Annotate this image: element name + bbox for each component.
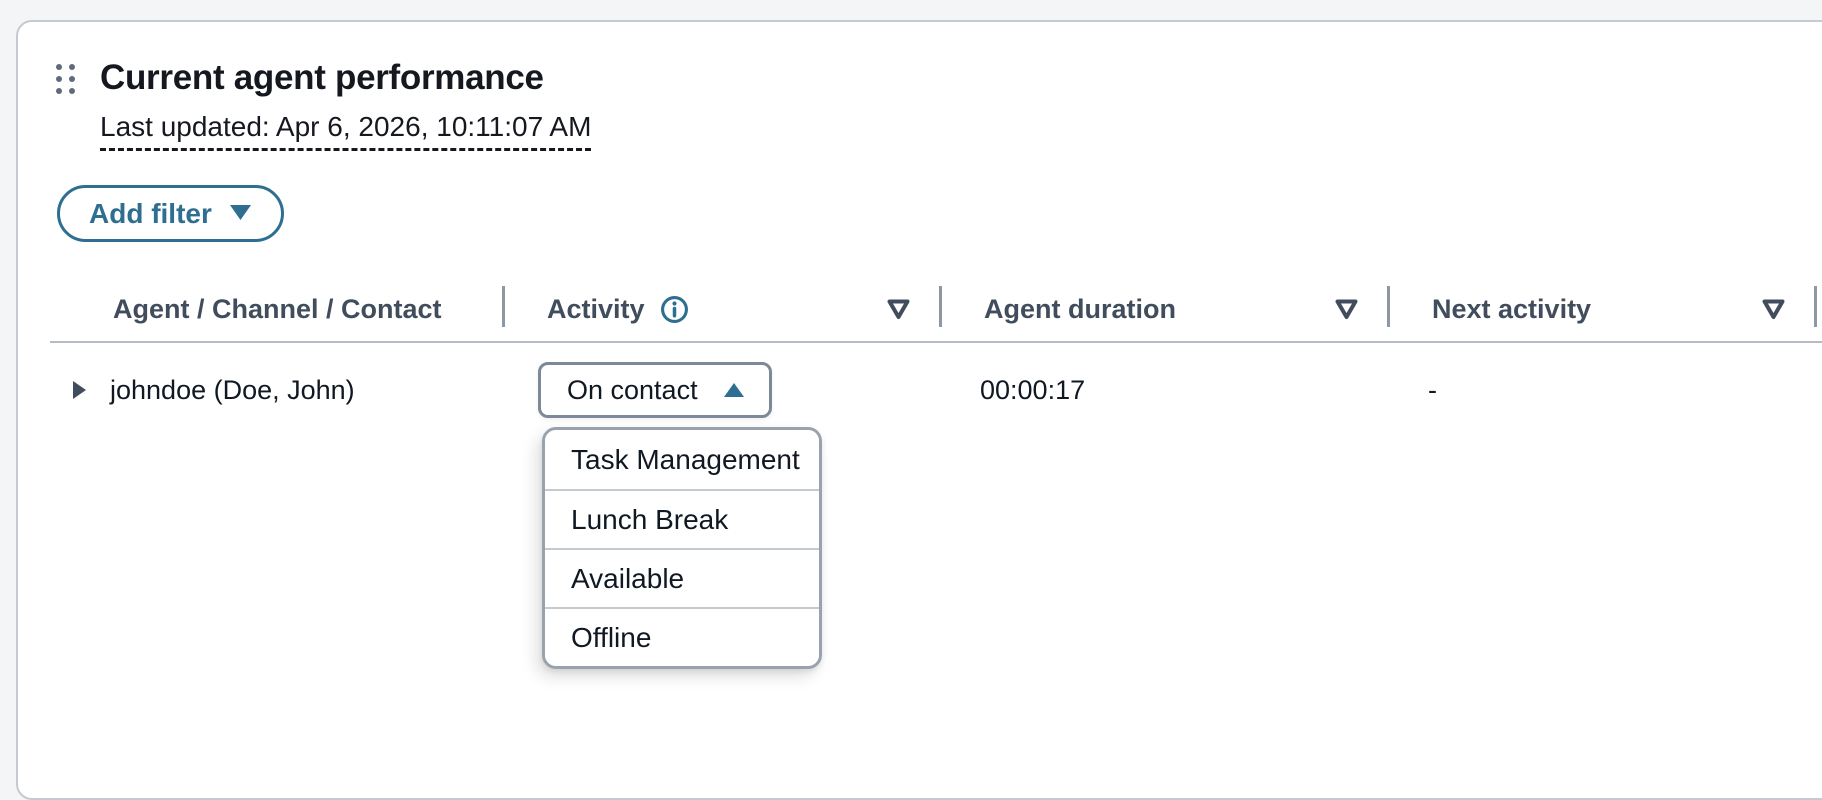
menu-item-available[interactable]: Available [545,548,819,607]
add-filter-button[interactable]: Add filter [57,185,284,242]
menu-item-task-management[interactable]: Task Management [545,430,819,489]
caret-up-icon [723,382,745,398]
column-header-overflow [1815,278,1822,341]
activity-status-label: On contact [567,375,698,406]
activity-dropdown-menu: Task Management Lunch Break Available Of… [542,427,822,669]
row-expand-icon[interactable] [70,379,88,401]
agent-name: johndoe (Doe, John) [110,375,355,406]
filter-icon[interactable] [1762,299,1785,320]
column-header-agent-duration: Agent duration [940,278,1388,341]
menu-item-offline[interactable]: Offline [545,607,819,666]
agent-duration-cell: 00:00:17 [940,375,1388,406]
column-label: Agent duration [984,294,1176,325]
last-updated-timestamp[interactable]: Last updated: Apr 6, 2026, 10:11:07 AM [100,111,591,151]
activity-cell: On contact [503,362,940,418]
column-header-agent-channel-contact: Agent / Channel / Contact [50,278,503,341]
info-icon[interactable] [660,295,689,324]
next-activity-cell: - [1388,375,1815,406]
caret-down-icon [229,204,252,224]
column-header-activity: Activity [503,278,940,341]
filter-icon[interactable] [1335,299,1358,320]
page-title: Current agent performance [100,58,544,98]
column-label: Agent / Channel / Contact [113,294,442,325]
filter-icon[interactable] [887,299,910,320]
table-row: johndoe (Doe, John) On contact 00:00:17 … [50,345,1822,435]
column-header-next-activity: Next activity [1388,278,1815,341]
column-label: Activity [547,294,645,325]
drag-handle-icon[interactable] [56,64,75,94]
table-header-row: Agent / Channel / Contact Activity Agent… [50,278,1822,343]
activity-status-dropdown-button[interactable]: On contact [538,362,772,418]
column-label: Next activity [1432,294,1591,325]
add-filter-label: Add filter [89,198,212,230]
menu-item-lunch-break[interactable]: Lunch Break [545,489,819,548]
agent-cell: johndoe (Doe, John) [50,375,503,406]
